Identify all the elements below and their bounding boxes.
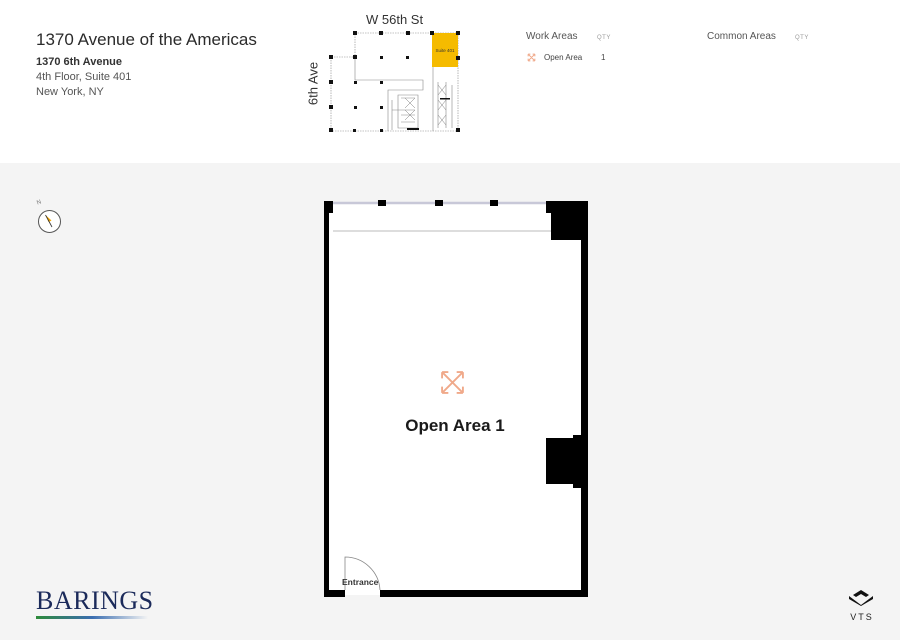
legend-work-areas-title: Work Areas xyxy=(526,31,578,42)
expand-arrows-icon xyxy=(527,53,536,62)
header-panel: 1370 Avenue of the Americas 1370 6th Ave… xyxy=(0,0,900,163)
address-street: 1370 6th Avenue xyxy=(36,56,123,68)
floor-plan xyxy=(324,200,588,597)
vendor-logo-text: VTS xyxy=(850,612,874,622)
compass-north-label: N xyxy=(36,199,43,207)
entrance-label: Entrance xyxy=(342,577,379,587)
street-label-west: 6th Ave xyxy=(305,61,321,106)
legend-common-areas-title: Common Areas xyxy=(707,31,776,42)
wall-west xyxy=(324,201,329,597)
column-east-mid xyxy=(546,438,576,484)
legend-item-open-area: Open Area 1 xyxy=(527,53,605,62)
legend-item-label: Open Area xyxy=(544,53,583,62)
legend-item-qty: 1 xyxy=(601,53,606,62)
client-logo-underline xyxy=(36,616,148,619)
client-logo-text: BARINGS xyxy=(36,586,154,615)
mullion-2 xyxy=(435,200,443,206)
street-label-north: W 56th St xyxy=(366,12,424,27)
address-city: New York, NY xyxy=(36,86,104,98)
legend-work-areas-qty-header: QTY xyxy=(597,35,611,41)
area-label-open-area-1: Open Area 1 xyxy=(405,416,505,435)
building-title: 1370 Avenue of the Americas xyxy=(36,30,257,49)
keyplan-elevators xyxy=(404,84,447,126)
client-logo: BARINGS xyxy=(36,588,154,619)
mullion-1 xyxy=(378,200,386,206)
column-ne xyxy=(551,201,588,240)
legend-common-areas-qty-header: QTY xyxy=(795,35,809,41)
vendor-logo: VTS xyxy=(846,590,876,622)
keyplan-suite-label: Suite 401 xyxy=(435,48,455,53)
open-area-floor xyxy=(328,203,586,595)
expand-arrows-icon xyxy=(441,371,464,394)
compass-icon xyxy=(38,210,61,233)
wall-south-right xyxy=(380,590,588,597)
vts-logo-icon xyxy=(849,590,873,606)
key-plan: Suite 401 xyxy=(329,31,460,132)
wall-south-left xyxy=(324,590,345,597)
wall-east xyxy=(581,201,588,597)
address-suite: 4th Floor, Suite 401 xyxy=(36,71,132,83)
mullion-3 xyxy=(490,200,498,206)
column-east-mid-cap xyxy=(573,435,583,488)
